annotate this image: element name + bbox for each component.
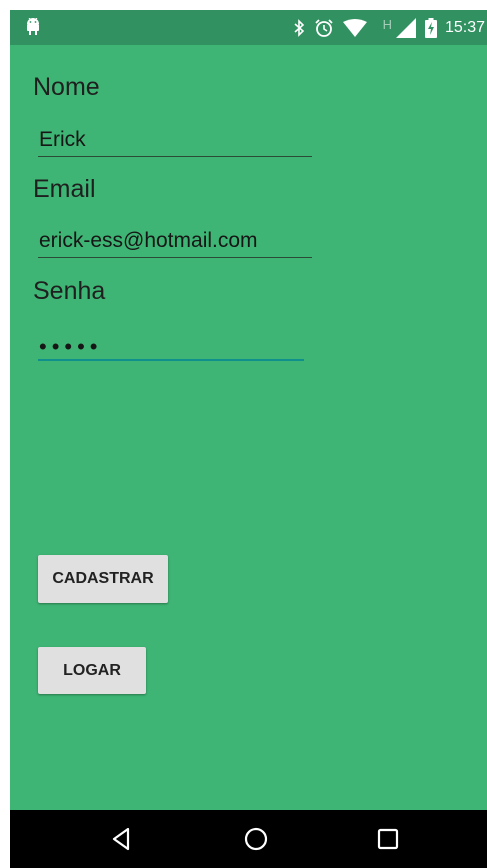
register-button[interactable]: CADASTRAR: [38, 555, 168, 603]
email-label: Email: [33, 175, 96, 203]
back-icon[interactable]: [106, 824, 136, 854]
alarm-icon: [314, 19, 333, 37]
app-screen: H 15:37 Nome Email Senha ••••• CADASTRAR…: [10, 10, 487, 868]
status-bar: H 15:37: [10, 10, 487, 45]
password-input[interactable]: •••••: [38, 326, 304, 361]
email-input[interactable]: [38, 224, 312, 258]
signal-icon: [395, 18, 416, 38]
status-clock: 15:37: [444, 19, 485, 36]
bluetooth-icon: [294, 19, 304, 37]
password-label: Senha: [33, 277, 106, 305]
name-label: Nome: [33, 73, 100, 101]
wifi-icon: [342, 19, 367, 37]
android-icon: [27, 18, 39, 35]
navigation-bar: [10, 810, 487, 868]
password-masked-value: •••••: [39, 334, 103, 359]
name-input[interactable]: [38, 123, 312, 157]
home-icon[interactable]: [241, 824, 271, 854]
battery-charging-icon: [424, 18, 437, 38]
login-button[interactable]: LOGAR: [38, 647, 146, 694]
recents-icon[interactable]: [373, 824, 403, 854]
network-type-indicator: H: [382, 16, 392, 32]
